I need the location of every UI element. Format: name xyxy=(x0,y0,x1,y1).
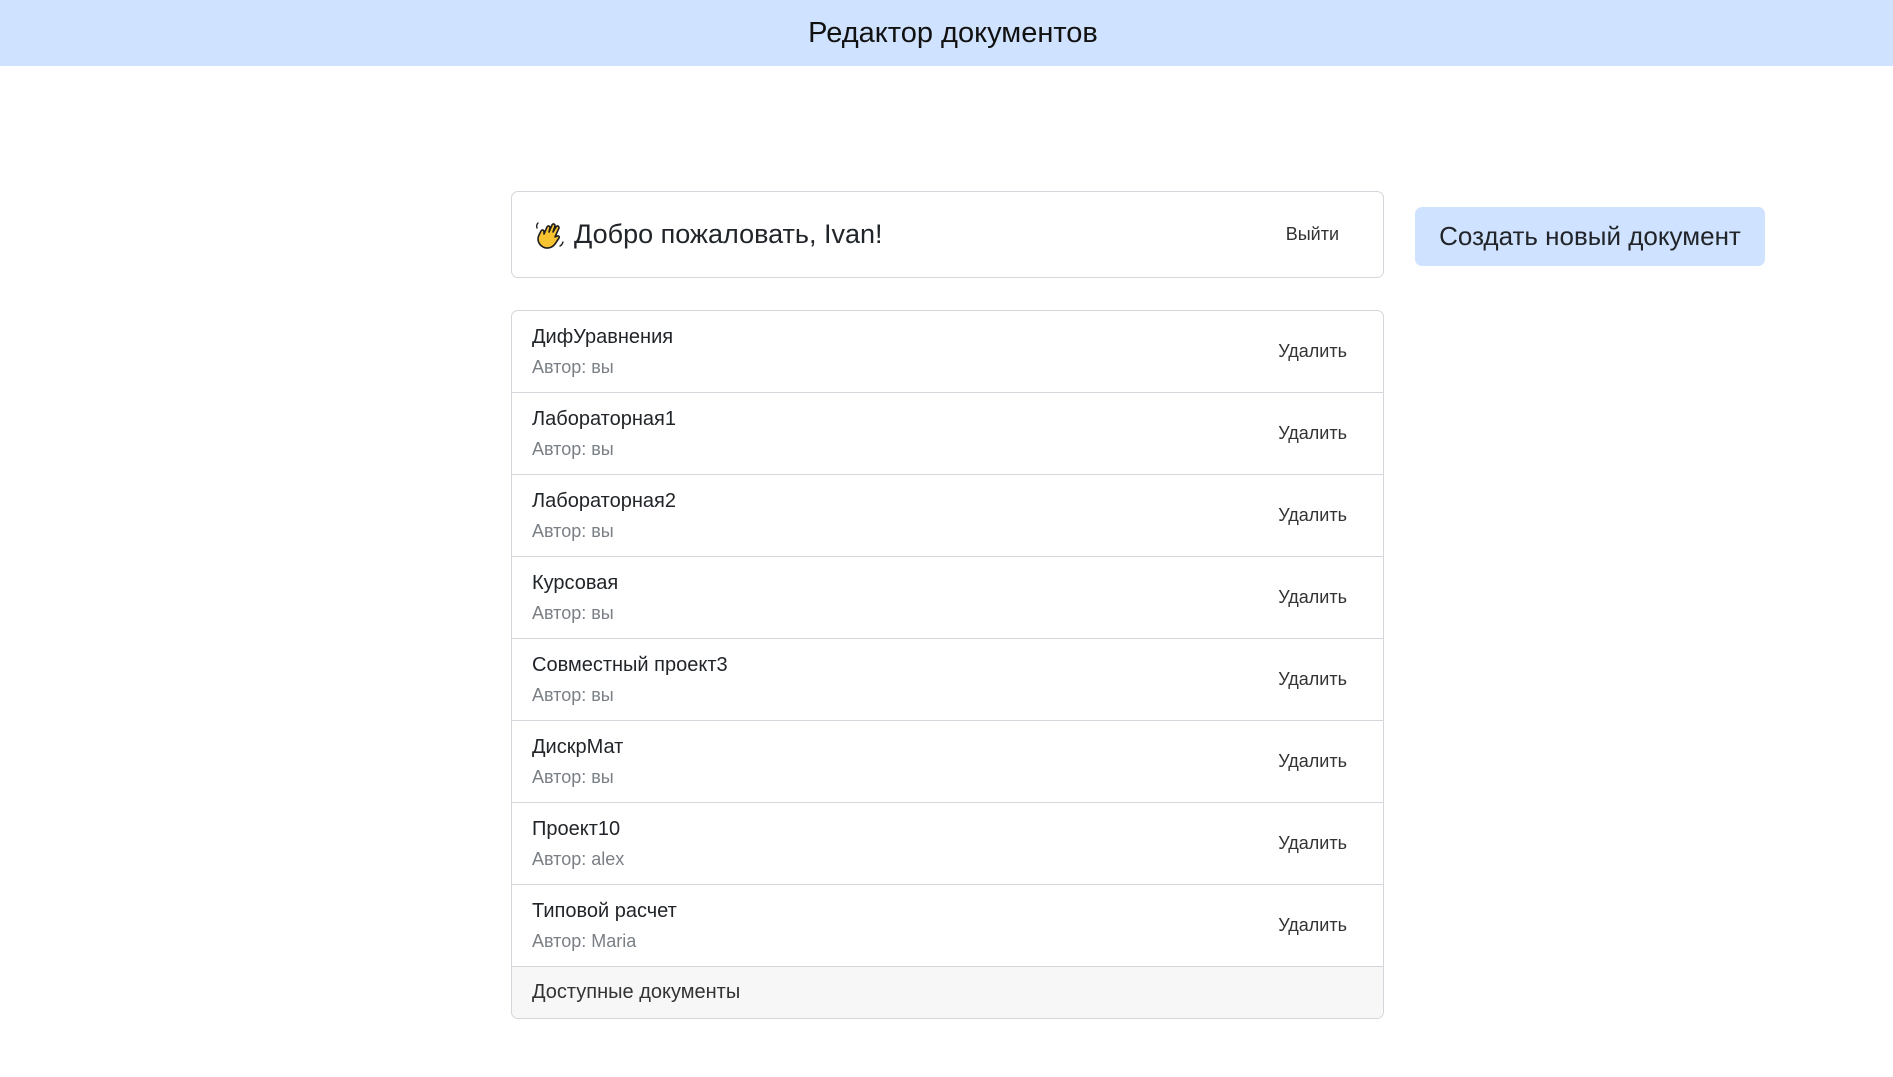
document-title: Типовой расчет xyxy=(532,899,677,922)
document-info: Курсовая Автор: вы xyxy=(532,572,618,624)
document-title: Лабораторная1 xyxy=(532,407,676,430)
document-title: Проект10 xyxy=(532,817,621,840)
document-list-item[interactable]: Лабораторная1 Автор: вы Удалить xyxy=(512,393,1383,475)
document-list-item[interactable]: Совместный проект3 Автор: вы Удалить xyxy=(512,639,1383,721)
document-author: Автор: Maria xyxy=(532,930,637,951)
document-list-item[interactable]: ДискрМат Автор: вы Удалить xyxy=(512,721,1383,803)
document-author: Автор: вы xyxy=(532,356,614,377)
delete-document-button[interactable]: Удалить xyxy=(1272,340,1353,363)
delete-document-button[interactable]: Удалить xyxy=(1272,504,1353,527)
document-info: Лабораторная2 Автор: вы xyxy=(532,490,676,542)
document-list-item[interactable]: Типовой расчет Автор: Maria Удалить xyxy=(512,885,1383,967)
create-document-button[interactable]: Создать новый документ xyxy=(1415,207,1765,266)
document-info: ДискрМат Автор: вы xyxy=(532,736,623,788)
document-list-item[interactable]: ДифУравнения Автор: вы Удалить xyxy=(512,311,1383,393)
document-list-item[interactable]: Курсовая Автор: вы Удалить xyxy=(512,557,1383,639)
document-title: Курсовая xyxy=(532,571,619,594)
waving-hand-icon xyxy=(534,220,564,250)
delete-document-button[interactable]: Удалить xyxy=(1272,668,1353,691)
document-list: ДифУравнения Автор: вы Удалить Лабораторная… xyxy=(511,310,1384,1019)
delete-document-button[interactable]: Удалить xyxy=(1272,832,1353,855)
document-author: Автор: вы xyxy=(532,684,614,705)
document-list-item[interactable]: Лабораторная2 Автор: вы Удалить xyxy=(512,475,1383,557)
logout-button[interactable]: Выйти xyxy=(1286,218,1339,251)
document-info: Типовой расчет Автор: Maria xyxy=(532,900,677,952)
document-info: Лабораторная1 Автор: вы xyxy=(532,408,676,460)
document-list-item[interactable]: Проект10 Автор: alex Удалить xyxy=(512,803,1383,885)
document-info: Проект10 Автор: alex xyxy=(532,818,624,870)
delete-document-button[interactable]: Удалить xyxy=(1272,586,1353,609)
delete-document-button[interactable]: Удалить xyxy=(1272,750,1353,773)
app-title: Редактор документов xyxy=(808,16,1098,49)
document-title: ДифУравнения xyxy=(532,325,674,348)
welcome-text: Добро пожаловать, Ivan! xyxy=(574,219,883,249)
document-author: Автор: вы xyxy=(532,438,614,459)
welcome-greeting: Добро пожаловать, Ivan! xyxy=(534,219,883,250)
delete-document-button[interactable]: Удалить xyxy=(1272,914,1353,937)
document-title: Совместный проект3 xyxy=(532,653,728,676)
document-author: Автор: вы xyxy=(532,602,614,623)
document-author: Автор: вы xyxy=(532,766,614,787)
document-info: ДифУравнения Автор: вы xyxy=(532,326,673,378)
document-author: Автор: вы xyxy=(532,520,614,541)
document-title: ДискрМат xyxy=(532,735,624,758)
delete-document-button[interactable]: Удалить xyxy=(1272,422,1353,445)
document-list-footer: Доступные документы xyxy=(512,967,1383,1018)
app-header: Редактор документов xyxy=(0,0,1893,66)
document-author: Автор: alex xyxy=(532,848,625,869)
document-info: Совместный проект3 Автор: вы xyxy=(532,654,728,706)
document-title: Лабораторная2 xyxy=(532,489,676,512)
welcome-card: Добро пожаловать, Ivan! Выйти xyxy=(511,191,1384,278)
